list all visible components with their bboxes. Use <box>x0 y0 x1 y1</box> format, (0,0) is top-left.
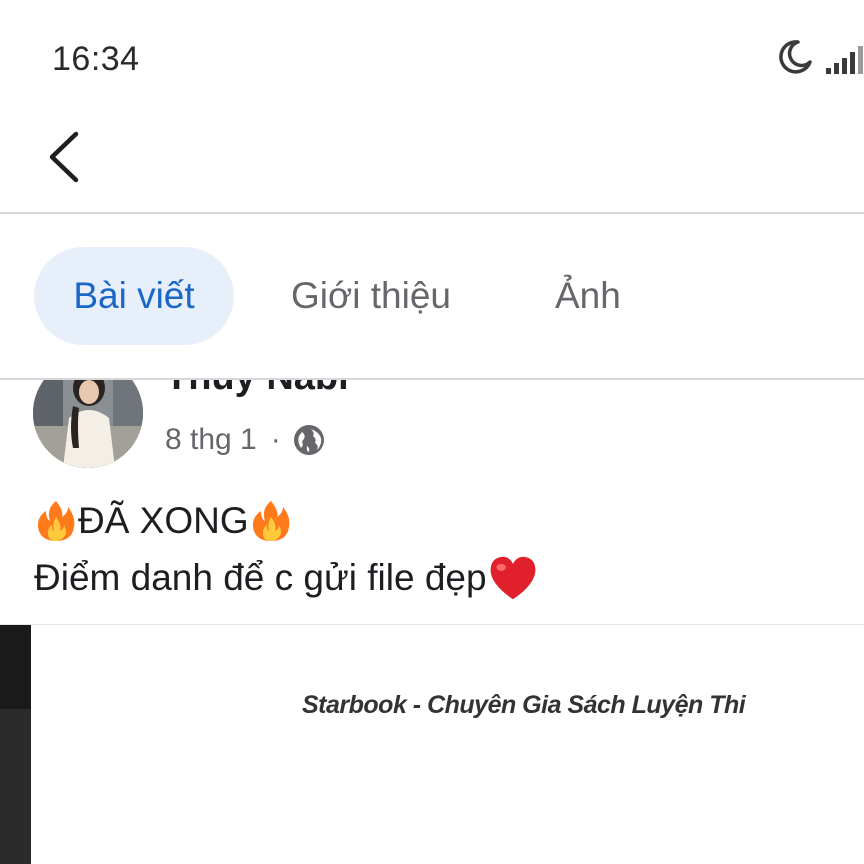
globe-icon <box>293 425 324 455</box>
meta-separator: · <box>270 423 281 456</box>
fire-icon <box>252 500 290 541</box>
post-text: ĐÃ XONG Điểm danh để c gửi file đẹp <box>34 492 539 606</box>
moon-icon <box>779 40 812 74</box>
avatar-photo <box>33 380 143 468</box>
author-name[interactable]: Thủy Nabi <box>165 380 349 399</box>
status-bar: 16:34 <box>0 0 864 110</box>
tab-photos[interactable]: Ảnh <box>555 247 621 345</box>
author-name-container: Thủy Nabi <box>165 380 465 404</box>
post-text-line-1: ĐÃ XONG <box>34 492 539 549</box>
avatar[interactable] <box>33 380 143 468</box>
tab-posts[interactable]: Bài viết <box>34 247 234 345</box>
post-image[interactable]: Starbook - Chuyên Gia Sách Luyện Thi <box>0 625 864 864</box>
status-time: 16:34 <box>52 40 140 78</box>
heart-icon <box>490 556 536 599</box>
chevron-left-icon <box>49 131 79 183</box>
post-title-text: ĐÃ XONG <box>78 500 249 541</box>
post-text-line-2: Điểm danh để c gửi file đẹp <box>34 549 539 606</box>
signal-icon <box>826 46 863 74</box>
post-meta: 8 thg 1 · <box>165 420 325 460</box>
fire-icon <box>37 500 75 541</box>
top-nav-bar <box>0 110 864 213</box>
tab-about[interactable]: Giới thiệu <box>291 247 451 345</box>
back-button[interactable] <box>38 122 98 192</box>
image-caption: Starbook - Chuyên Gia Sách Luyện Thi <box>302 691 746 719</box>
post-card: Thủy Nabi 8 thg 1 · ĐÃ XONG Điểm danh để… <box>0 380 864 864</box>
profile-tabs: Bài viết Giới thiệu Ảnh <box>0 214 864 378</box>
image-edge-top <box>0 625 31 709</box>
post-date[interactable]: 8 thg 1 <box>165 423 257 457</box>
post-body-text: Điểm danh để c gửi file đẹp <box>34 557 487 598</box>
